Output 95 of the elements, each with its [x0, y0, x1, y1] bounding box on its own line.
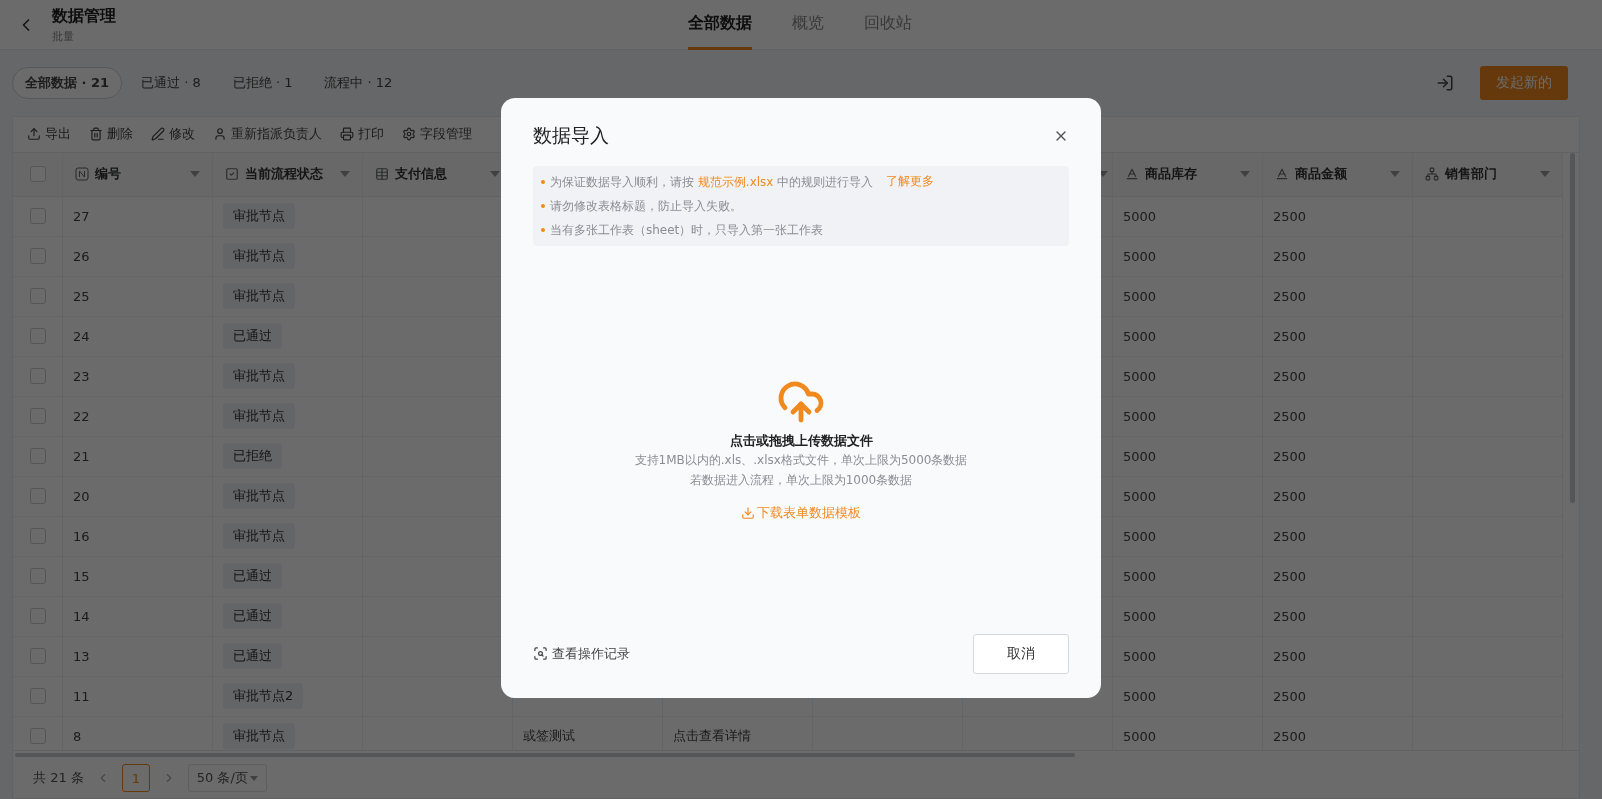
table-cell: 16	[63, 516, 213, 557]
table-cell: 5000	[1113, 396, 1263, 437]
table-cell: 24	[63, 316, 213, 357]
upload-hint: 支持1MB以内的.xls、.xlsx格式文件，单次上限为5000条数据	[634, 451, 968, 469]
status-tag: 已通过	[223, 603, 282, 630]
table-cell: 13	[63, 636, 213, 677]
status-tag: 审批节点	[223, 523, 295, 550]
table-cell: 5000	[1113, 556, 1263, 597]
filter-tab[interactable]: 已拒绝 · 1	[219, 67, 306, 99]
toolbar-label: 打印	[358, 125, 384, 144]
status-tag: 审批节点	[223, 403, 295, 430]
table-cell: 11	[63, 676, 213, 717]
filter-tab[interactable]: 已通过 · 8	[128, 67, 214, 99]
toolbar-button[interactable]: 打印	[340, 125, 384, 144]
table-cell: 5000	[1113, 356, 1263, 397]
table-cell: 2500	[1263, 596, 1413, 637]
status-tag: 已通过	[223, 563, 282, 590]
filter-tab[interactable]: 流程中 · 12	[311, 67, 406, 99]
column-title: 商品库存	[1145, 165, 1197, 184]
learn-more-link[interactable]: 了解更多	[886, 173, 935, 190]
upload-title: 点击或拖拽上传数据文件	[729, 431, 873, 450]
toolbar-label: 导出	[45, 125, 71, 144]
table-cell: 2500	[1263, 236, 1413, 277]
table-cell: 2500	[1263, 676, 1413, 717]
table-cell: 5000	[1113, 476, 1263, 517]
table-cell: 27	[63, 196, 213, 237]
toolbar-label: 删除	[107, 125, 133, 144]
toolbar-button[interactable]: 修改	[151, 125, 195, 144]
table-cell: 2500	[1263, 276, 1413, 317]
table-cell: 2500	[1263, 196, 1413, 237]
toolbar-button[interactable]: 导出	[27, 125, 71, 144]
dialog-title: 数据导入	[533, 122, 609, 148]
table-cell: 5000	[1113, 236, 1263, 277]
note-text: 当有多张工作表（sheet）时，只导入第一张工作表	[550, 221, 824, 239]
table-cell: 2500	[1263, 636, 1413, 677]
table-cell: 20	[63, 476, 213, 517]
status-tag: 审批节点	[223, 243, 295, 270]
upload-hint: 若数据进入流程，单次上限为1000条数据	[689, 471, 913, 489]
column-title: 编号	[95, 165, 121, 184]
page-title: 数据管理	[52, 5, 116, 27]
status-tag: 审批节点	[223, 283, 295, 310]
filter-tab[interactable]: 全部数据 · 21	[12, 67, 123, 99]
column-title: 商品金额	[1295, 165, 1347, 184]
table-cell: 2500	[1263, 396, 1413, 437]
status-tag: 审批节点	[223, 203, 295, 230]
cancel-button[interactable]: 取消	[973, 633, 1069, 674]
column-title: 销售部门	[1445, 165, 1497, 184]
table-cell: 2500	[1263, 436, 1413, 477]
table-cell: 2500	[1263, 516, 1413, 557]
toolbar-button[interactable]: 删除	[89, 125, 133, 144]
toolbar-button[interactable]: 字段管理	[402, 125, 472, 144]
table-cell: 5000	[1113, 636, 1263, 677]
table-cell: 15	[63, 556, 213, 597]
table-cell: 2500	[1263, 356, 1413, 397]
status-tag: 审批节点	[223, 363, 295, 390]
table-cell: 5000	[1113, 316, 1263, 357]
table-cell: 5000	[1113, 516, 1263, 557]
status-tag: 已拒绝	[223, 443, 282, 470]
table-cell: 5000	[1113, 436, 1263, 477]
status-tag: 已通过	[223, 323, 282, 350]
table-cell: 5000	[1113, 596, 1263, 637]
status-tag: 审批节点2	[223, 683, 304, 710]
page-size-select[interactable]: 50 条/页	[187, 764, 267, 793]
status-tag: 审批节点	[223, 723, 295, 750]
nav-tab[interactable]: 全部数据	[688, 0, 752, 50]
table-cell: 25	[63, 276, 213, 317]
table-cell: 23	[63, 356, 213, 397]
table-cell: 14	[63, 596, 213, 637]
history-link[interactable]: 查看操作记录	[533, 644, 630, 663]
column-title: 支付信息	[395, 165, 447, 184]
table-cell: 5000	[1113, 196, 1263, 237]
example-link[interactable]: 规范示例.xlsx	[697, 174, 774, 189]
status-tag: 已通过	[223, 643, 282, 670]
note-text: 请勿修改表格标题，防止导入失败。	[550, 197, 742, 215]
note-text: 为保证数据导入顺利，请按 规范示例.xlsx 中的规则进行导入	[550, 173, 874, 191]
table-cell: 2500	[1263, 476, 1413, 517]
table-cell: 5000	[1113, 716, 1263, 751]
toolbar-button[interactable]: 重新指派负责人	[213, 125, 322, 144]
toolbar-label: 修改	[169, 125, 195, 144]
total-count: 共 21 条	[33, 769, 84, 788]
new-button[interactable]: 发起新的	[1480, 66, 1568, 100]
table-cell: 22	[63, 396, 213, 437]
table-cell: 5000	[1113, 676, 1263, 717]
table-cell: 26	[63, 236, 213, 277]
table-cell: 21	[63, 436, 213, 477]
page-button[interactable]: 1	[121, 764, 150, 793]
history-label: 查看操作记录	[552, 644, 630, 663]
toolbar-label: 重新指派负责人	[231, 125, 322, 144]
table-cell: 2500	[1263, 716, 1413, 751]
status-tag: 审批节点	[223, 483, 295, 510]
table-cell: 2500	[1263, 316, 1413, 357]
table-cell: 5000	[1113, 276, 1263, 317]
column-title: 当前流程状态	[245, 165, 323, 184]
toolbar-label: 字段管理	[420, 125, 472, 144]
table-cell: 2500	[1263, 556, 1413, 597]
